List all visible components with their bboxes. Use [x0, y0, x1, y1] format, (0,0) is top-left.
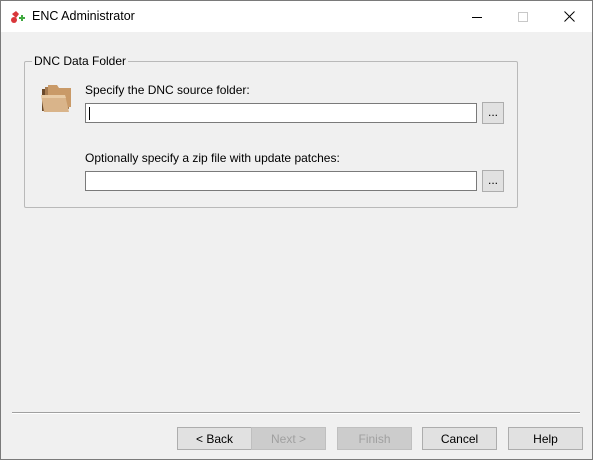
group-label: DNC Data Folder — [32, 54, 129, 68]
next-button[interactable]: Next > — [251, 427, 326, 450]
button-separator — [12, 412, 580, 414]
help-button[interactable]: Help — [508, 427, 583, 450]
zip-file-label: Optionally specify a zip file with updat… — [85, 151, 340, 165]
browse-zip-button[interactable]: ... — [482, 170, 504, 192]
browse-source-button[interactable]: ... — [482, 102, 504, 124]
dialog-window: ENC Administrator DNC Data Folder Specif… — [0, 0, 593, 460]
zip-file-input[interactable] — [85, 171, 477, 191]
minimize-icon — [472, 16, 482, 18]
back-button[interactable]: < Back — [177, 427, 252, 450]
window-title: ENC Administrator — [32, 9, 135, 23]
folder-icon — [41, 85, 71, 112]
source-folder-label: Specify the DNC source folder: — [85, 83, 250, 97]
cancel-button[interactable]: Cancel — [422, 427, 497, 450]
text-caret — [89, 107, 90, 120]
minimize-button[interactable] — [454, 1, 500, 32]
source-folder-input[interactable] — [85, 103, 477, 123]
close-button[interactable] — [546, 1, 592, 32]
maximize-icon — [518, 11, 528, 22]
title-bar[interactable]: ENC Administrator — [1, 1, 592, 32]
maximize-button[interactable] — [500, 1, 546, 32]
app-icon — [11, 11, 25, 23]
close-icon — [563, 11, 575, 22]
finish-button[interactable]: Finish — [337, 427, 412, 450]
